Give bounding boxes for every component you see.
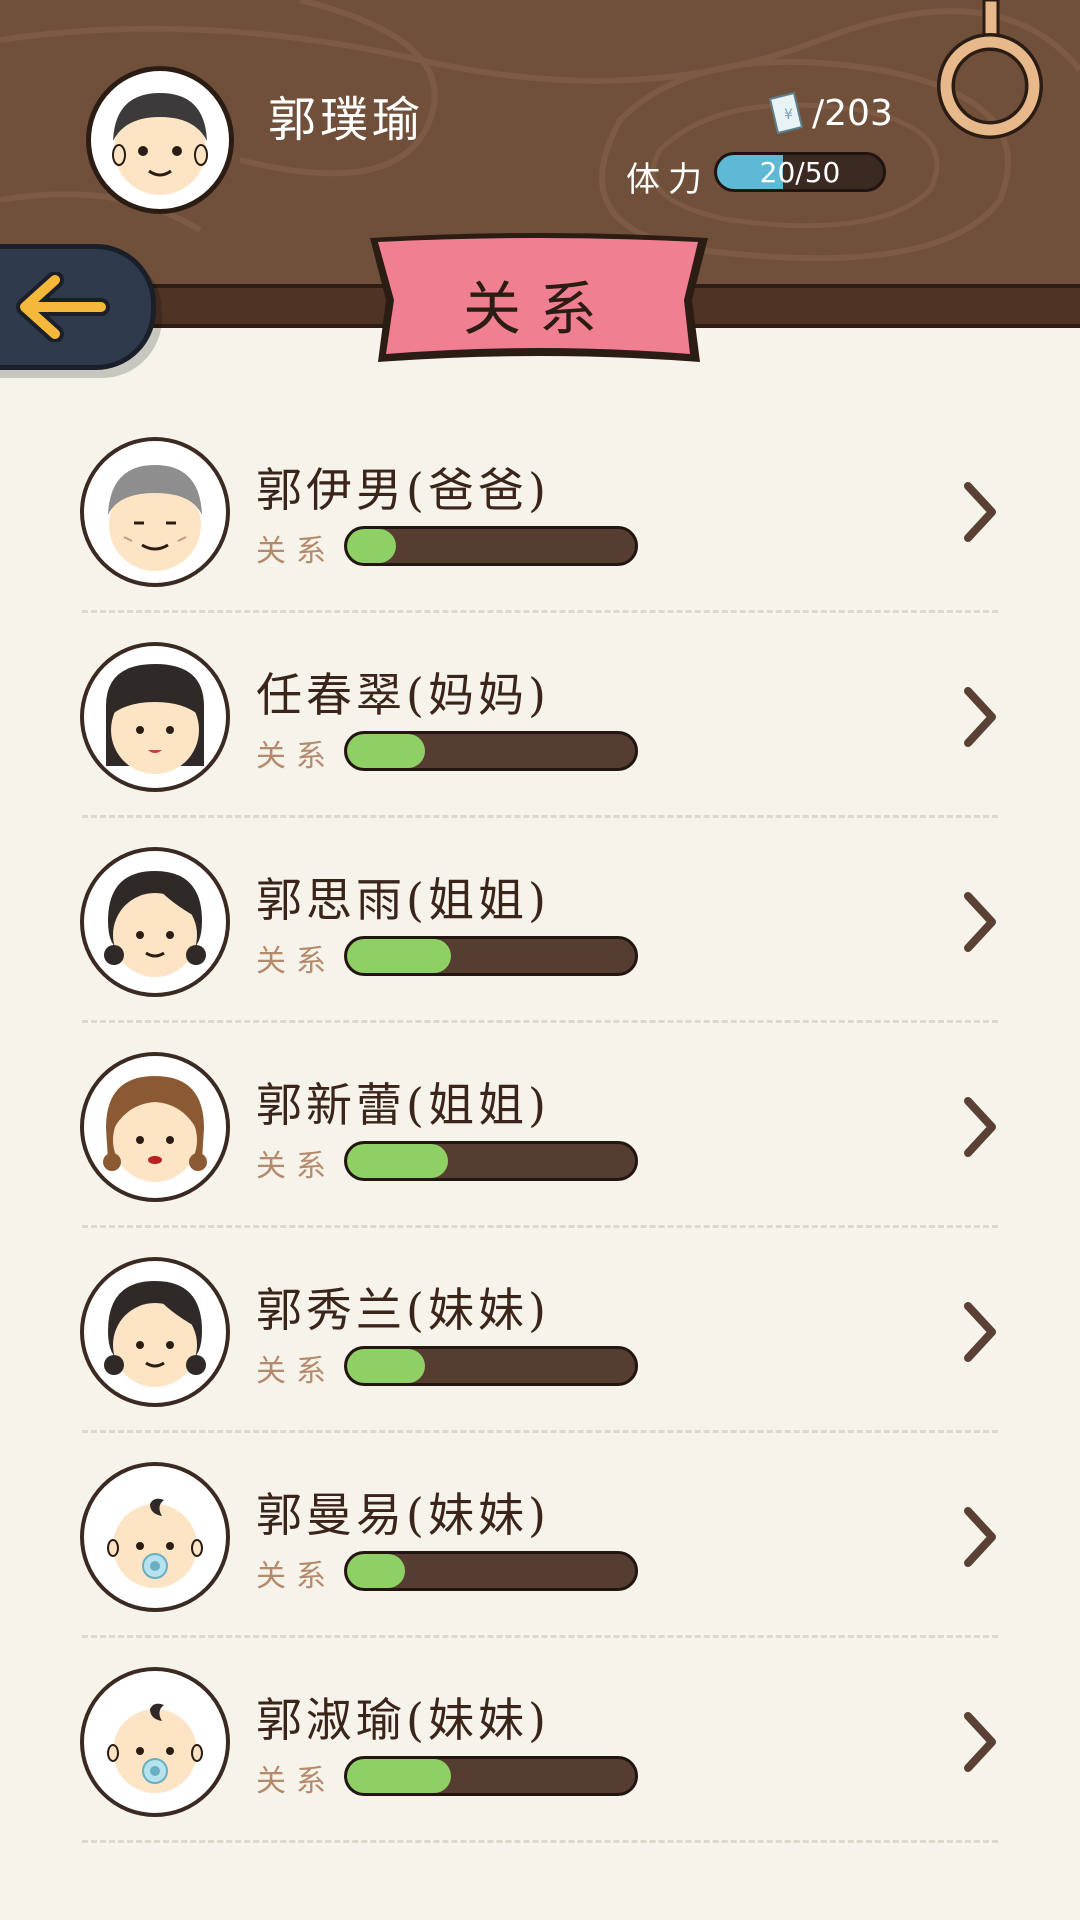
chevron-right-icon[interactable]	[960, 1710, 1000, 1774]
relative-name: 郭思雨(姐姐)	[256, 873, 550, 927]
relation-label: 关系	[256, 1354, 336, 1389]
relative-avatar	[80, 1052, 230, 1202]
relation-row[interactable]: 郭思雨(姐姐) 关系	[0, 820, 1080, 1025]
relation-bar-fill	[347, 1554, 405, 1588]
relation-label: 关系	[256, 534, 336, 569]
stamina-bar: 20/50	[714, 152, 886, 192]
relative-avatar	[80, 642, 230, 792]
relative-name: 郭淑瑜(妹妹)	[256, 1693, 550, 1747]
relation-row[interactable]: 郭新蕾(姐姐) 关系	[0, 1025, 1080, 1230]
row-divider	[82, 815, 998, 818]
relation-label: 关系	[256, 1559, 336, 1594]
relation-bar	[344, 936, 638, 976]
relative-avatar	[80, 1257, 230, 1407]
relation-bar	[344, 1346, 638, 1386]
relation-bar	[344, 1141, 638, 1181]
relative-name: 任春翠(妈妈)	[256, 668, 550, 722]
relation-label: 关系	[256, 739, 336, 774]
relation-label: 关系	[256, 1764, 336, 1799]
relation-bar	[344, 1551, 638, 1591]
row-divider	[82, 610, 998, 613]
stamina-label: 体力	[626, 160, 710, 200]
player-avatar[interactable]	[86, 66, 234, 214]
relation-bar-fill	[347, 1349, 425, 1383]
relation-bar-fill	[347, 1144, 448, 1178]
relation-bar	[344, 731, 638, 771]
relative-name: 郭秀兰(妹妹)	[256, 1283, 550, 1337]
row-divider	[82, 1635, 998, 1638]
relation-bar-fill	[347, 734, 425, 768]
row-divider	[82, 1840, 998, 1843]
chevron-right-icon[interactable]	[960, 1095, 1000, 1159]
row-divider	[82, 1020, 998, 1023]
player-name: 郭璞瑜	[268, 92, 425, 148]
relative-name: 郭新蕾(姐姐)	[256, 1078, 550, 1132]
svg-text:¥: ¥	[784, 107, 793, 123]
relation-row[interactable]: 郭伊男(爸爸) 关系	[0, 410, 1080, 615]
relation-bar	[344, 1756, 638, 1796]
relation-list: 郭伊男(爸爸) 关系 任春翠(妈妈) 关系 郭思雨(姐姐) 关系 郭新蕾(姐姐)…	[0, 410, 1080, 1845]
relation-label: 关系	[256, 944, 336, 979]
money-display: ¥ /203	[766, 88, 893, 138]
relation-row[interactable]: 郭曼易(妹妹) 关系	[0, 1435, 1080, 1640]
back-arrow-icon	[16, 272, 110, 342]
chevron-right-icon[interactable]	[960, 685, 1000, 749]
relative-name: 郭曼易(妹妹)	[256, 1488, 550, 1542]
relative-avatar	[80, 1462, 230, 1612]
relation-row[interactable]: 任春翠(妈妈) 关系	[0, 615, 1080, 820]
ring-icon[interactable]	[930, 0, 1050, 150]
relative-avatar	[80, 437, 230, 587]
chevron-right-icon[interactable]	[960, 890, 1000, 954]
relation-bar-fill	[347, 939, 451, 973]
relation-bar-fill	[347, 529, 396, 563]
row-divider	[82, 1430, 998, 1433]
page-title: 关系	[462, 275, 615, 343]
relation-bar-fill	[347, 1759, 451, 1793]
stamina-value: 20/50	[759, 155, 841, 189]
relation-bar	[344, 526, 638, 566]
relation-row[interactable]: 郭淑瑜(妹妹) 关系	[0, 1640, 1080, 1845]
relative-name: 郭伊男(爸爸)	[256, 463, 550, 517]
chevron-right-icon[interactable]	[960, 480, 1000, 544]
chevron-right-icon[interactable]	[960, 1300, 1000, 1364]
relation-label: 关系	[256, 1149, 336, 1184]
banknote-icon: ¥	[768, 91, 804, 135]
relative-avatar	[80, 1667, 230, 1817]
chevron-right-icon[interactable]	[960, 1505, 1000, 1569]
row-divider	[82, 1225, 998, 1228]
relation-row[interactable]: 郭秀兰(妹妹) 关系	[0, 1230, 1080, 1435]
relative-avatar	[80, 847, 230, 997]
money-value: /203	[812, 92, 893, 134]
back-button[interactable]	[0, 244, 156, 370]
